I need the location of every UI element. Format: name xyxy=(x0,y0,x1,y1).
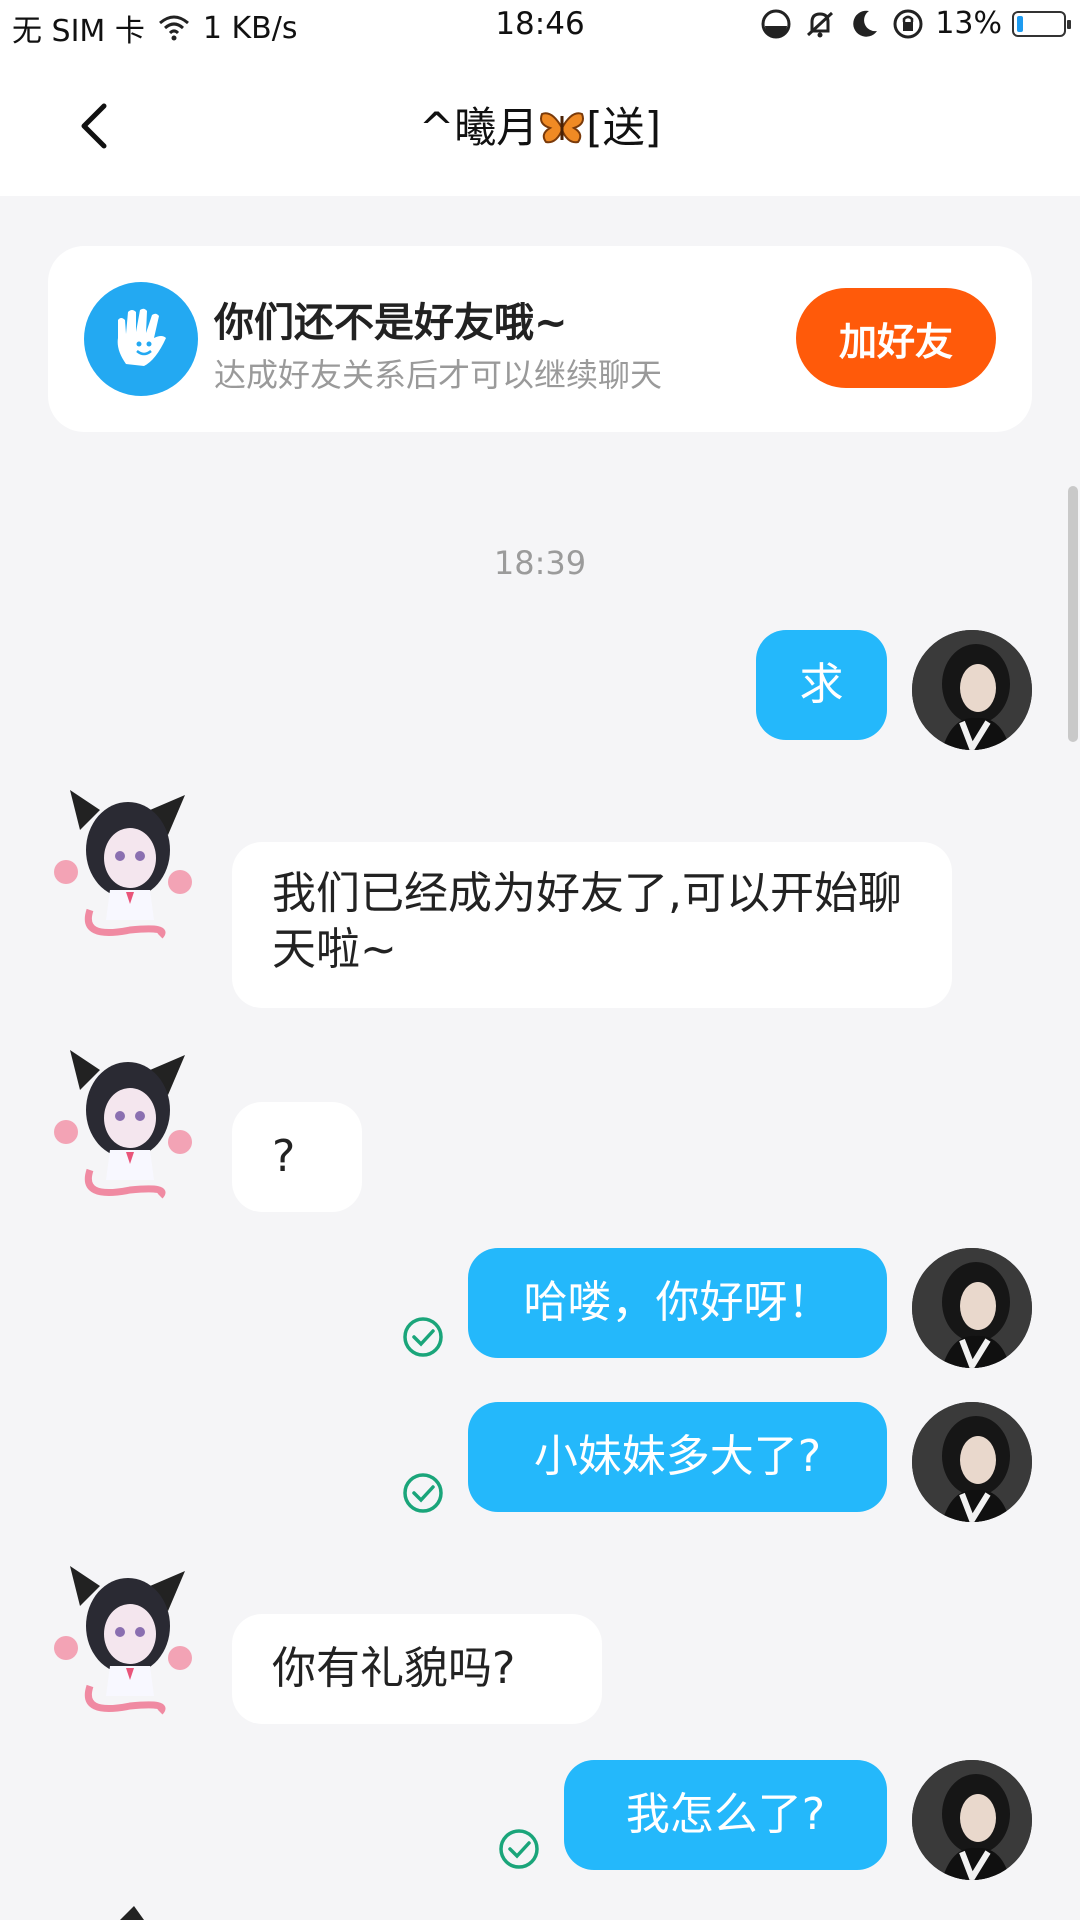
chat-timestamp: 18:39 xyxy=(493,544,587,582)
chat-title-name: ^曦月 xyxy=(419,103,539,152)
moon-icon xyxy=(853,10,878,37)
notice-subtitle: 达成好友关系后才可以继续聊天 xyxy=(214,356,663,394)
message-bubble-sent[interactable]: 小妹妹多大了? xyxy=(468,1402,887,1512)
my-avatar[interactable] xyxy=(912,1760,1032,1880)
data-saver-icon xyxy=(761,9,791,38)
friend-avatar[interactable] xyxy=(50,1040,200,1200)
battery-icon xyxy=(1012,10,1071,37)
read-check-icon xyxy=(499,1829,539,1869)
status-right: 13% xyxy=(759,6,1071,41)
add-friend-button[interactable]: 加好友 xyxy=(796,288,996,388)
notice-title: 你们还不是好友哦~ xyxy=(214,300,568,346)
friend-notice-card: 你们还不是好友哦~ 达成好友关系后才可以继续聊天 加好友 xyxy=(48,246,1032,432)
message-bubble-sent[interactable]: 哈喽，你好呀！ xyxy=(468,1248,887,1358)
message-bubble-received[interactable]: ? xyxy=(232,1102,362,1212)
message-bubble-received[interactable]: 你有礼貌吗? xyxy=(232,1614,602,1724)
rotation-lock-icon xyxy=(893,9,923,38)
read-check-icon xyxy=(403,1473,443,1513)
battery-fill xyxy=(1017,15,1023,32)
chat-title-tag: [送] xyxy=(586,103,661,152)
butterfly-icon xyxy=(540,112,585,144)
mute-icon xyxy=(807,11,834,37)
friend-avatar-partial xyxy=(100,1904,160,1920)
my-avatar[interactable] xyxy=(912,630,1032,750)
friend-avatar[interactable] xyxy=(50,1556,200,1716)
friend-avatar[interactable] xyxy=(50,780,200,940)
my-avatar[interactable] xyxy=(912,1248,1032,1368)
message-bubble-sent[interactable]: 我怎么了? xyxy=(564,1760,887,1870)
chat-title: ^曦月 [送] xyxy=(0,94,1080,155)
message-bubble-received[interactable]: 我们已经成为好友了,可以开始聊天啦~ xyxy=(232,842,952,1008)
my-avatar[interactable] xyxy=(912,1402,1032,1522)
scrollbar[interactable] xyxy=(1068,486,1078,742)
battery-percent: 13% xyxy=(935,6,1002,41)
hand-icon xyxy=(84,282,198,396)
message-bubble-sent[interactable]: 求 xyxy=(756,630,887,740)
chat-header: ^曦月 [送] xyxy=(0,56,1080,196)
status-bar: 无 SIM 卡 1 KB/s 18:46 13% xyxy=(0,0,1080,56)
read-check-icon xyxy=(403,1317,443,1357)
